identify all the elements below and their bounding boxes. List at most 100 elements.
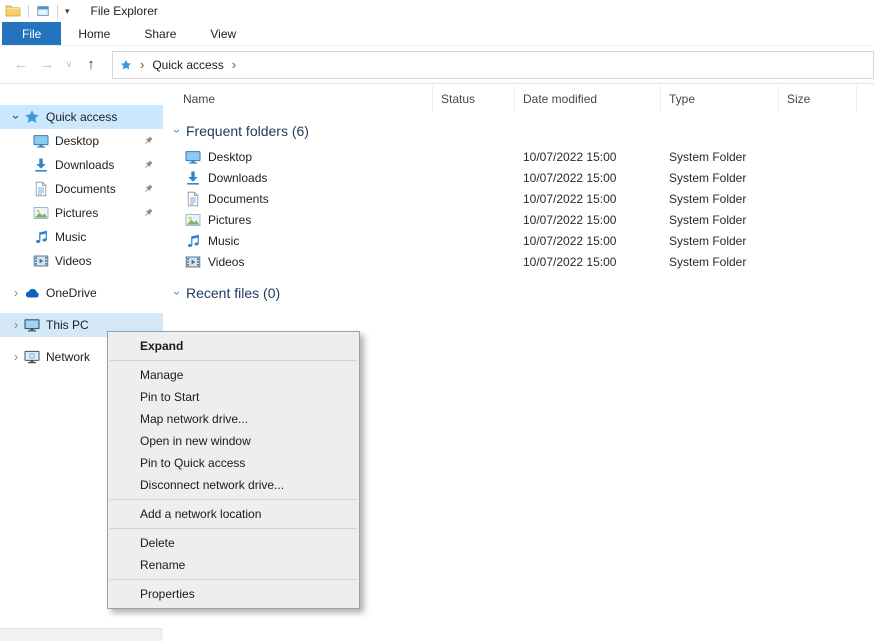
group-header-frequent-folders[interactable]: › Frequent folders (6) [163,120,874,142]
file-row-pictures[interactable]: Pictures 10/07/2022 15:00 System Folder [163,209,874,230]
onedrive-cloud-icon [24,285,40,301]
documents-icon [33,181,49,197]
customize-quick-access-toolbar-icon[interactable]: ▾ [65,7,70,16]
menu-item-delete[interactable]: Delete [108,532,359,554]
toolbar-separator [28,5,29,18]
cell-name: Desktop [163,149,433,165]
cell-type: System Folder [661,192,779,206]
file-row-videos[interactable]: Videos 10/07/2022 15:00 System Folder [163,251,874,272]
cell-date-modified: 10/07/2022 15:00 [515,171,661,185]
sidebar-item-videos[interactable]: Videos [0,249,163,273]
videos-icon [33,253,49,269]
column-header-status[interactable]: Status [433,86,515,112]
column-header-name[interactable]: Name [163,86,433,112]
pin-icon [142,183,154,195]
pin-icon [142,207,154,219]
group-header-label: Recent files (0) [186,285,280,301]
group-header-recent-files[interactable]: › Recent files (0) [163,282,874,304]
sidebar-item-documents[interactable]: Documents [0,177,163,201]
menu-item-map-network-drive[interactable]: Map network drive... [108,408,359,430]
sidebar-item-label: Music [55,230,86,244]
file-name: Downloads [208,171,267,185]
documents-icon [185,191,201,207]
pictures-icon [33,205,49,221]
file-name: Pictures [208,213,251,227]
file-name: Desktop [208,150,252,164]
window-title: File Explorer [91,4,158,18]
desktop-icon [33,133,49,149]
cell-date-modified: 10/07/2022 15:00 [515,150,661,164]
menu-item-pin-to-quick-access[interactable]: Pin to Quick access [108,452,359,474]
recent-locations-dropdown-icon[interactable]: ∨ [60,59,78,70]
sidebar-item-onedrive[interactable]: › OneDrive [0,281,163,305]
menu-item-rename[interactable]: Rename [108,554,359,576]
pin-icon [142,159,154,171]
quick-access-toolbar-properties-icon[interactable] [36,4,50,18]
file-name: Documents [208,192,269,206]
downloads-icon [33,157,49,173]
cell-type: System Folder [661,213,779,227]
chevron-right-icon[interactable]: › [8,349,24,365]
chevron-down-icon[interactable]: › [8,109,24,125]
column-header-size[interactable]: Size [779,86,857,112]
music-icon [185,233,201,249]
ribbon-tab-bar: File Home Share View [0,22,874,46]
tab-view[interactable]: View [193,22,253,45]
sidebar-item-label: Network [46,350,90,364]
tab-share[interactable]: Share [127,22,193,45]
sidebar-item-pictures[interactable]: Pictures [0,201,163,225]
file-row-music[interactable]: Music 10/07/2022 15:00 System Folder [163,230,874,251]
back-button[interactable]: ← [8,56,34,73]
sidebar-item-desktop[interactable]: Desktop [0,129,163,153]
this-pc-icon [24,317,40,333]
tab-home[interactable]: Home [61,22,127,45]
address-bar[interactable]: › Quick access › [112,51,874,79]
cell-date-modified: 10/07/2022 15:00 [515,213,661,227]
downloads-icon [185,170,201,186]
toolbar-separator [57,5,58,18]
sidebar-item-music[interactable]: Music [0,225,163,249]
menu-item-manage[interactable]: Manage [108,364,359,386]
breadcrumb-chevron-icon[interactable]: › [226,57,242,72]
chevron-down-icon[interactable]: › [170,286,184,300]
chevron-right-icon[interactable]: › [8,285,24,301]
up-button[interactable]: ↑ [78,56,104,73]
sidebar-item-label: Videos [55,254,91,268]
forward-button[interactable]: → [34,56,60,73]
sidebar-item-label: Pictures [55,206,98,220]
sidebar-item-downloads[interactable]: Downloads [0,153,163,177]
menu-item-open-in-new-window[interactable]: Open in new window [108,430,359,452]
menu-item-pin-to-start[interactable]: Pin to Start [108,386,359,408]
tab-file[interactable]: File [2,22,61,45]
cell-date-modified: 10/07/2022 15:00 [515,255,661,269]
file-name: Videos [208,255,244,269]
navigation-bar: ← → ∨ ↑ › Quick access › [0,46,874,84]
chevron-right-icon[interactable]: › [8,317,24,333]
videos-icon [185,254,201,270]
group-header-label: Frequent folders (6) [186,123,309,139]
music-icon [33,229,49,245]
breadcrumb-chevron-icon[interactable]: › [134,57,150,72]
cell-name: Videos [163,254,433,270]
sidebar-item-quick-access[interactable]: › Quick access [0,105,163,129]
column-header-row: Name Status Date modified Type Size [163,84,874,114]
breadcrumb-quick-access[interactable]: Quick access [152,58,223,72]
sidebar-group-gap [0,273,163,281]
file-row-desktop[interactable]: Desktop 10/07/2022 15:00 System Folder [163,146,874,167]
column-header-type[interactable]: Type [661,86,779,112]
menu-item-disconnect-network-drive[interactable]: Disconnect network drive... [108,474,359,496]
network-icon [24,349,40,365]
file-row-documents[interactable]: Documents 10/07/2022 15:00 System Folder [163,188,874,209]
file-explorer-window: ▾ File Explorer File Home Share View ← →… [0,0,874,641]
column-header-date-modified[interactable]: Date modified [515,86,661,112]
cell-type: System Folder [661,234,779,248]
sidebar-horizontal-scrollbar[interactable] [0,628,163,641]
menu-item-expand[interactable]: Expand [108,335,359,357]
file-row-downloads[interactable]: Downloads 10/07/2022 15:00 System Folder [163,167,874,188]
menu-item-properties[interactable]: Properties [108,583,359,605]
menu-item-add-a-network-location[interactable]: Add a network location [108,503,359,525]
context-menu: Expand Manage Pin to Start Map network d… [107,331,360,609]
cell-type: System Folder [661,255,779,269]
cell-type: System Folder [661,150,779,164]
chevron-down-icon[interactable]: › [170,124,184,138]
